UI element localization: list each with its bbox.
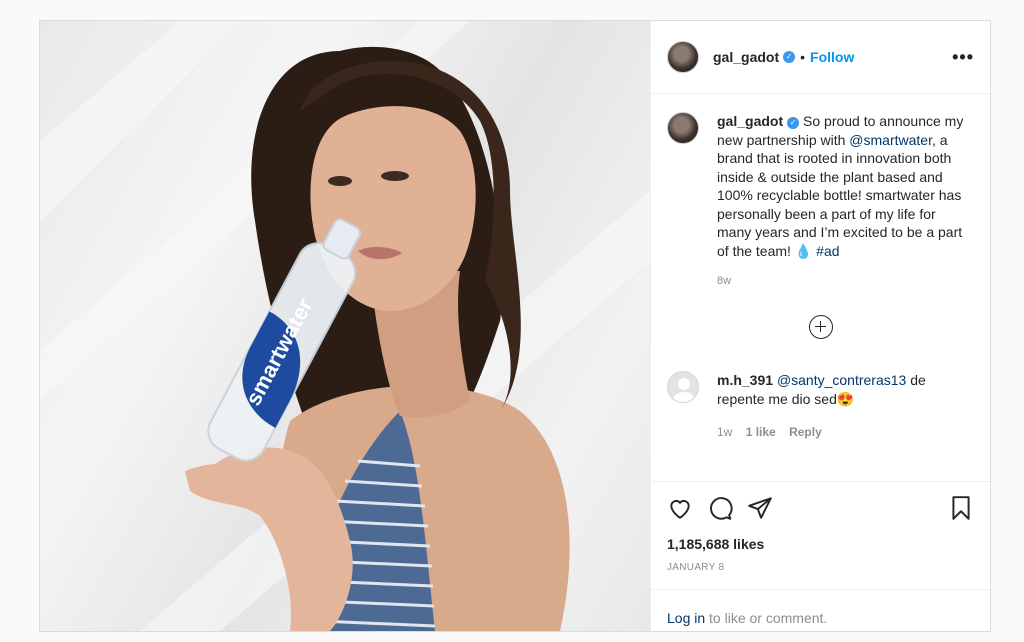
- caption-username[interactable]: gal_gadot: [717, 113, 783, 129]
- author-username[interactable]: gal_gadot: [713, 49, 779, 65]
- caption-body-rest: , a brand that is rooted in innovation b…: [717, 131, 963, 259]
- follow-button[interactable]: Follow: [810, 49, 854, 65]
- plus-circle-icon[interactable]: [808, 314, 833, 339]
- commenter-username[interactable]: m.h_391: [717, 372, 773, 388]
- post-actions: 1,185,688 likes JANUARY 8 Log in to like…: [651, 481, 990, 631]
- likes-count[interactable]: 1,185,688 likes: [667, 536, 974, 552]
- commenter-avatar[interactable]: [667, 370, 699, 403]
- author-avatar[interactable]: [667, 41, 699, 73]
- heart-icon[interactable]: [667, 495, 693, 521]
- caption-time: 8w: [717, 275, 732, 287]
- post-date: JANUARY 8: [667, 562, 725, 573]
- caption-text: gal_gadot ✓ So proud to announce my new p…: [717, 112, 967, 291]
- verified-badge-icon: ✓: [783, 51, 796, 63]
- bookmark-icon[interactable]: [948, 495, 974, 521]
- comment-text: m.h_391 @santy_contreras13 de repente me…: [717, 371, 967, 442]
- caption: gal_gadot ✓ So proud to announce my new p…: [667, 112, 974, 291]
- comment-likes[interactable]: 1 like: [746, 425, 776, 439]
- caption-avatar[interactable]: [667, 112, 699, 144]
- verified-badge-icon: ✓: [787, 117, 800, 129]
- post-card: smartwater gal_gadot ✓ • Follow ••• gal_…: [39, 20, 991, 632]
- comment-time: 1w: [717, 424, 733, 439]
- reply-button[interactable]: Reply: [789, 425, 822, 439]
- post-image[interactable]: smartwater: [40, 21, 650, 631]
- login-prompt: Log in to like or comment.: [651, 589, 990, 642]
- login-prompt-text: to like or comment.: [705, 610, 828, 626]
- post-photo-illustration: smartwater: [40, 21, 650, 631]
- share-icon[interactable]: [747, 495, 773, 521]
- login-link[interactable]: Log in: [667, 610, 705, 626]
- comment-mention-link[interactable]: @santy_contreras13: [777, 372, 906, 388]
- header-separator: •: [800, 49, 806, 65]
- caption-mention-link[interactable]: @smartwater: [849, 132, 932, 148]
- more-options-icon[interactable]: •••: [952, 47, 974, 68]
- comment-icon[interactable]: [707, 495, 733, 521]
- load-more-comments[interactable]: [667, 314, 974, 339]
- post-header: gal_gadot ✓ • Follow •••: [651, 21, 990, 94]
- comments-area: gal_gadot ✓ So proud to announce my new p…: [651, 94, 990, 481]
- hashtag-link[interactable]: #ad: [816, 243, 839, 259]
- action-icons: [667, 492, 974, 524]
- post-sidebar: gal_gadot ✓ • Follow ••• gal_gadot ✓ So p…: [650, 21, 990, 631]
- comment-item: m.h_391 @santy_contreras13 de repente me…: [667, 370, 974, 442]
- comment-meta: 1w 1 like Reply: [717, 423, 967, 442]
